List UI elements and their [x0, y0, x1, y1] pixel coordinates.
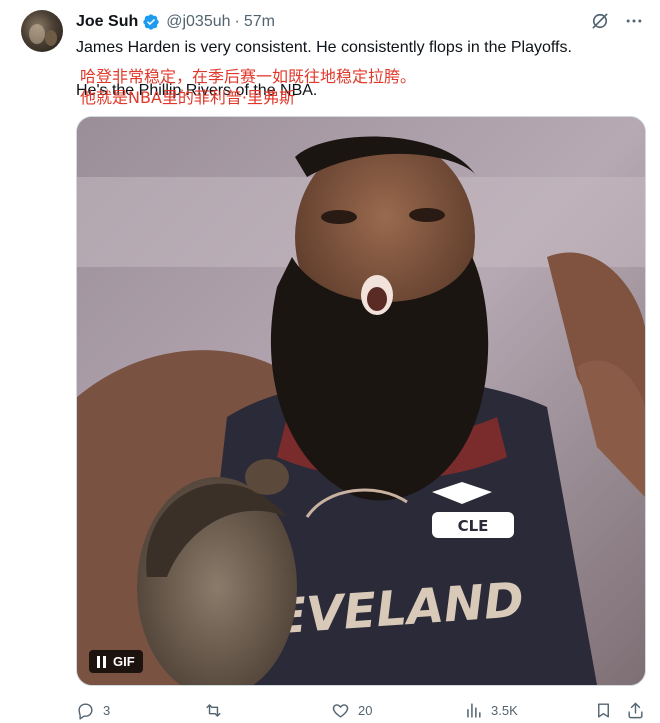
verified-badge-icon: [143, 14, 159, 30]
reply-icon: [78, 702, 93, 720]
author-avatar[interactable]: [21, 10, 63, 52]
pause-icon: [97, 655, 107, 668]
tweet-text: James Harden is very consistent. He cons…: [76, 39, 572, 56]
like-button[interactable]: 20: [331, 701, 372, 720]
author-handle[interactable]: @j035uh: [166, 13, 230, 31]
like-count: 20: [358, 702, 373, 718]
gif-frame-image: CLE CLEVELAND: [77, 117, 645, 685]
repost-button[interactable]: [204, 701, 231, 720]
grok-icon[interactable]: [590, 11, 610, 31]
svg-text:CLE: CLE: [458, 517, 489, 535]
gif-badge[interactable]: GIF: [89, 650, 143, 673]
tweet-timestamp[interactable]: 57m: [244, 13, 275, 31]
share-icon: [628, 702, 643, 718]
reply-count: 3: [103, 702, 111, 718]
tweet-top-actions: [590, 11, 644, 31]
views-bar-chart-icon: [467, 702, 481, 718]
views-button[interactable]: 3.5K: [464, 701, 518, 720]
reply-button[interactable]: 3: [76, 701, 110, 720]
translation-line-2: 他就是NBA里的菲利普·里弗斯: [80, 88, 295, 107]
views-count: 3.5K: [491, 702, 518, 718]
bookmark-icon: [598, 702, 609, 718]
heart-icon: [332, 703, 349, 718]
gif-label: GIF: [113, 654, 135, 669]
repost-icon: [206, 703, 221, 717]
tweet-action-bar: 3 20 3.5K: [76, 697, 644, 723]
bookmark-button[interactable]: [594, 701, 613, 720]
share-button[interactable]: [626, 701, 645, 720]
separator-dot: ·: [234, 13, 240, 30]
author-name[interactable]: Joe Suh: [76, 13, 138, 31]
translation-line-1: 哈登非常稳定，在季后赛一如既往地稳定拉胯。: [80, 67, 417, 86]
translation-overlay: 哈登非常稳定，在季后赛一如既往地稳定拉胯。 他就是NBA里的菲利普·里弗斯: [80, 66, 416, 108]
tweet-header: Joe Suh @j035uh · 57m: [76, 11, 275, 33]
tweet-media-gif[interactable]: CLE CLEVELAND GIF: [76, 116, 646, 686]
more-options-icon[interactable]: [624, 11, 644, 31]
